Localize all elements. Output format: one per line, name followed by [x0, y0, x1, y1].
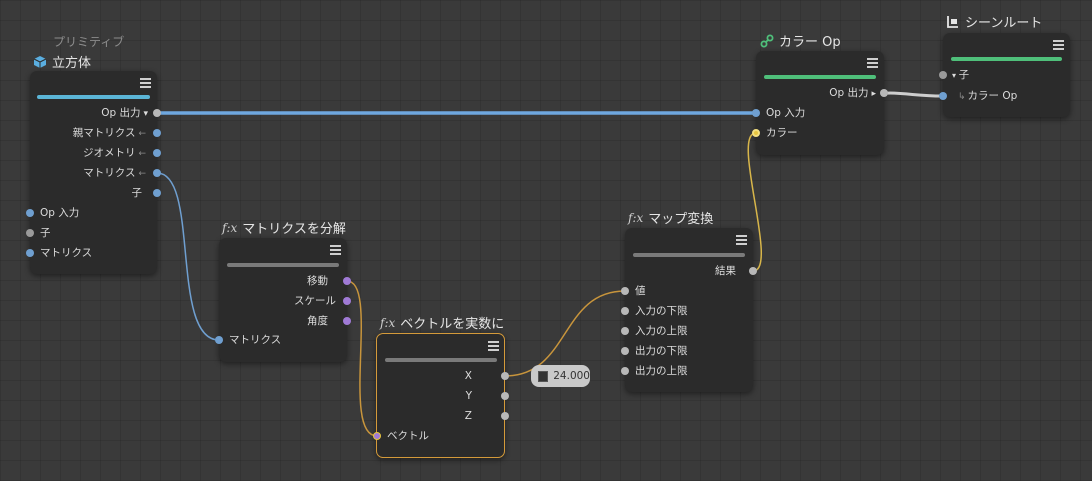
- vector-z-socket[interactable]: [501, 412, 509, 420]
- decompose-move-socket[interactable]: [343, 277, 351, 285]
- cube-port-matrix: マトリクス ←: [83, 167, 146, 179]
- node-vector-color-bar: [385, 358, 497, 362]
- node-decompose-color-bar: [227, 263, 339, 267]
- colorop-port-op-out: Op 出力 ▸: [829, 87, 876, 99]
- vector-port-z: Z: [464, 410, 472, 422]
- value-preview-badge: 24.000: [531, 365, 590, 387]
- node-cube-menu-icon[interactable]: [140, 78, 151, 88]
- colorop-color-socket[interactable]: [752, 129, 760, 137]
- vector-port-x: X: [464, 370, 472, 382]
- map-result-socket[interactable]: [749, 267, 757, 275]
- color-op-icon: [760, 34, 774, 47]
- cube-child-in-socket[interactable]: [26, 229, 34, 237]
- decompose-port-scale: スケール: [294, 295, 336, 307]
- wire-x-to-value: [504, 290, 626, 377]
- vector-port-vector-in: ベクトル: [387, 430, 429, 442]
- map-out-max-socket[interactable]: [621, 367, 629, 375]
- decompose-port-move: 移動: [307, 275, 328, 287]
- fx-icon: f:x: [628, 210, 644, 225]
- cube-matrix-in-socket[interactable]: [26, 249, 34, 257]
- wire-colorop-to-sceneroot: [883, 91, 944, 98]
- scene-root-icon: [947, 15, 958, 28]
- node-cube-color-bar: [37, 95, 150, 99]
- node-decompose-title-label: マトリクスを分解: [242, 222, 346, 237]
- sceneroot-child-socket[interactable]: [939, 71, 947, 79]
- node-colorop-menu-icon[interactable]: [867, 58, 878, 68]
- child-link-icon: ↳: [958, 92, 966, 102]
- value-preview-text: 24.000: [553, 370, 590, 382]
- sceneroot-colorop-socket[interactable]: [939, 92, 947, 100]
- node-decompose-title[interactable]: f:x マトリクスを分解: [222, 218, 346, 238]
- colorop-op-out-socket[interactable]: [880, 89, 888, 97]
- node-colorop-title-label: カラー Op: [779, 35, 841, 50]
- decompose-scale-socket[interactable]: [343, 297, 351, 305]
- node-sceneroot-menu-icon[interactable]: [1053, 40, 1064, 50]
- map-port-in-max: 入力の上限: [635, 325, 688, 337]
- cube-child-out-socket[interactable]: [153, 189, 161, 197]
- fx-icon: f:x: [380, 315, 396, 330]
- decompose-port-matrix-in: マトリクス: [229, 334, 282, 346]
- map-port-value: 値: [635, 285, 646, 297]
- node-map-title[interactable]: f:x マップ変換: [628, 208, 714, 228]
- map-in-min-socket[interactable]: [621, 307, 629, 315]
- map-port-result: 結果: [715, 265, 736, 277]
- node-map-color-bar: [633, 253, 745, 257]
- colorop-port-color: カラー: [766, 127, 798, 139]
- cube-parent-matrix-socket[interactable]: [153, 129, 161, 137]
- node-sceneroot-title[interactable]: シーンルート: [946, 12, 1042, 31]
- cube-port-child-out: 子: [131, 187, 143, 199]
- map-out-min-socket[interactable]: [621, 347, 629, 355]
- map-port-in-min: 入力の下限: [635, 305, 688, 317]
- decompose-port-angle: 角度: [307, 315, 328, 327]
- cube-port-child-in: 子: [40, 227, 51, 239]
- sceneroot-port-child: ▾ 子: [952, 69, 970, 81]
- cube-port-op-out: Op 出力 ▾: [101, 107, 148, 119]
- cube-op-in-socket[interactable]: [26, 209, 34, 217]
- cube-op-out-socket[interactable]: [153, 109, 161, 117]
- node-vector-title[interactable]: f:x ベクトルを実数に: [380, 313, 505, 333]
- map-in-max-socket[interactable]: [621, 327, 629, 335]
- map-port-out-min: 出力の下限: [635, 345, 688, 357]
- decompose-matrix-socket[interactable]: [215, 336, 223, 344]
- vector-x-socket[interactable]: [501, 372, 509, 380]
- node-decompose-menu-icon[interactable]: [330, 245, 341, 255]
- sceneroot-port-colorop: ↳ カラー Op: [958, 90, 1018, 102]
- cube-icon: [33, 55, 47, 68]
- node-colorop-color-bar: [764, 75, 876, 79]
- node-cube-subtitle: プリミティブ: [53, 35, 125, 49]
- vector-y-socket[interactable]: [501, 392, 509, 400]
- cube-port-geometry: ジオメトリ ←: [82, 147, 146, 159]
- value-square-icon: [538, 370, 549, 382]
- wire-move-to-vector: [346, 280, 378, 437]
- node-colorop-title[interactable]: カラー Op: [760, 31, 841, 50]
- map-value-socket[interactable]: [621, 287, 629, 295]
- node-map-menu-icon[interactable]: [736, 235, 747, 245]
- cube-port-op-in: Op 入力: [40, 207, 80, 219]
- node-cube-title[interactable]: 立方体: [33, 52, 91, 71]
- colorop-op-in-socket[interactable]: [752, 109, 760, 117]
- node-vector-menu-icon[interactable]: [488, 341, 499, 351]
- cube-matrix-socket[interactable]: [153, 169, 161, 177]
- fx-icon: f:x: [222, 220, 238, 235]
- node-sceneroot-color-bar: [951, 57, 1062, 61]
- node-cube-title-label: 立方体: [52, 56, 92, 71]
- map-port-out-max: 出力の上限: [635, 365, 688, 377]
- node-sceneroot-title-label: シーンルート: [965, 16, 1043, 31]
- wire-matrix-to-decompose: [156, 172, 220, 341]
- node-vector-title-label: ベクトルを実数に: [400, 317, 505, 332]
- vector-port-y: Y: [465, 390, 472, 402]
- vector-vector-socket[interactable]: [373, 432, 381, 440]
- colorop-port-op-in: Op 入力: [766, 107, 806, 119]
- cube-geometry-socket[interactable]: [153, 149, 161, 157]
- cube-port-parent-matrix: 親マトリクス ←: [72, 127, 146, 139]
- cube-port-matrix-in: マトリクス: [40, 247, 93, 259]
- node-map-title-label: マップ変換: [648, 212, 714, 227]
- decompose-angle-socket[interactable]: [343, 317, 351, 325]
